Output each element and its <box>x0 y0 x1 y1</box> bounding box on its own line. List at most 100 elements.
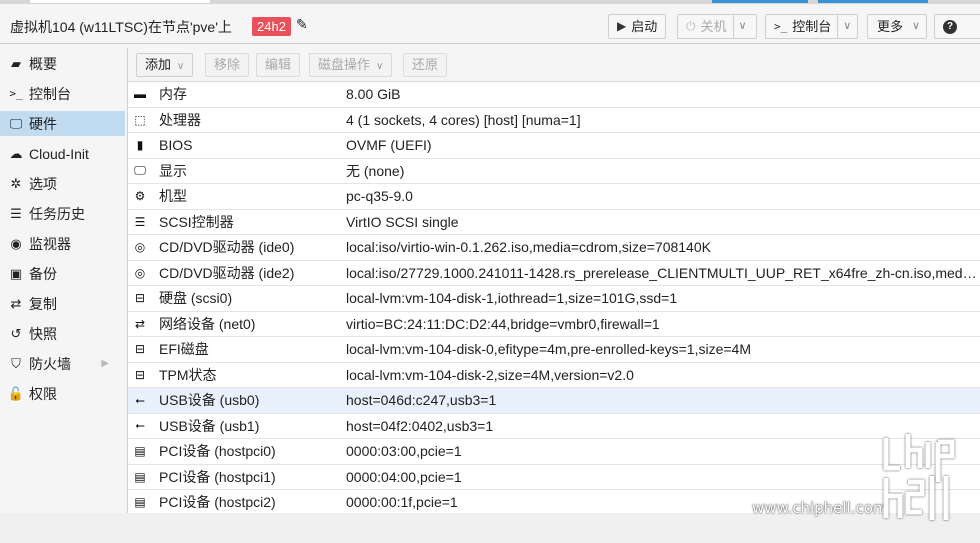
hardware-row[interactable]: ▤ PCI设备 (hostpci1) 0000:04:00,pcie=1 <box>128 465 980 490</box>
hardware-key: BIOS <box>159 137 193 154</box>
sidebar-item-backup[interactable]: ▣ 备份 <box>0 261 125 286</box>
hardware-value: VirtIO SCSI single <box>346 213 459 230</box>
status-area <box>0 513 980 543</box>
hardware-value: local:iso/27729.1000.241011-1428.rs_prer… <box>346 264 978 281</box>
start-button[interactable]: ▶ 启动 <box>608 14 666 39</box>
hardware-key: 显示 <box>159 162 187 179</box>
sidebar-item-cloud-init[interactable]: ☁ Cloud-Init <box>0 141 125 166</box>
hardware-row[interactable]: ▤ PCI设备 (hostpci0) 0000:03:00,pcie=1 <box>128 439 980 465</box>
hardware-row[interactable]: ⭠ USB设备 (usb1) host=04f2:0402,usb3=1 <box>128 414 980 439</box>
pci-icon: ▤ <box>134 495 146 510</box>
hardware-value: 无 (none) <box>346 162 405 179</box>
eye-icon: ◉ <box>10 235 22 251</box>
hardware-row[interactable]: ◎ CD/DVD驱动器 (ide0) local:iso/virtio-win-0.… <box>128 235 980 261</box>
hardware-value: local-lvm:vm-104-disk-2,size=4M,version=… <box>346 366 634 383</box>
vm-tag[interactable]: 24h2 <box>252 17 291 36</box>
hardware-grid: ▬ 内存 8.00 GiB ⬚ 处理器 4 (1 sockets, 4 cores) [h… <box>128 82 980 516</box>
top-button-remnant <box>818 0 928 3</box>
chevron-down-icon: ∨ <box>177 61 185 72</box>
sidebar-item-monitor[interactable]: ◉ 监视器 <box>0 231 125 256</box>
cloud-icon: ☁ <box>9 145 23 161</box>
hardware-row[interactable]: ⊟ TPM状态 local-lvm:vm-104-disk-2,size=4M,ve… <box>128 363 980 388</box>
cpu-icon: ⬚ <box>134 112 146 127</box>
hardware-row[interactable]: ⊟ 硬盘 (scsi0) local-lvm:vm-104-disk-1,iothr… <box>128 286 980 312</box>
unlock-icon: 🔓 <box>7 385 25 401</box>
shield-icon: ⛉ <box>11 355 21 371</box>
sidebar-item-permissions[interactable]: 🔓 权限 <box>0 381 125 406</box>
retweet-icon: ⇄ <box>10 295 22 311</box>
hardware-row[interactable]: ⊟ EFI磁盘 local-lvm:vm-104-disk-0,efitype=4m… <box>128 337 980 363</box>
help-button[interactable]: ? <box>934 14 980 39</box>
list-icon: ☰ <box>10 205 22 221</box>
usb-icon: ⭠ <box>135 392 145 407</box>
hardware-key: PCI设备 (hostpci0) <box>159 443 276 460</box>
terminal-icon: >_ <box>774 20 788 33</box>
hardware-key: EFI磁盘 <box>159 341 209 358</box>
vm-title: 虚拟机104 (w11LTSC)在节点'pve'上 <box>10 19 232 35</box>
edit-tags-icon[interactable]: ✎ <box>296 16 308 33</box>
revert-button[interactable]: 还原 <box>403 53 448 77</box>
sidebar-item-summary[interactable]: ▰ 概要 <box>0 51 125 76</box>
play-icon: ▶ <box>617 19 627 33</box>
disk-action-button[interactable]: 磁盘操作 ∨ <box>309 53 393 77</box>
hardware-toolbar: 添加 ∨ 移除 编辑 磁盘操作 ∨ 还原 <box>128 48 980 82</box>
hardware-value: local-lvm:vm-104-disk-0,efitype=4m,pre-e… <box>346 341 751 358</box>
hdd-icon: ⊟ <box>134 342 146 357</box>
desktop-icon: 🖵 <box>9 115 23 131</box>
hardware-key: SCSI控制器 <box>159 213 234 230</box>
vm-header: 虚拟机104 (w11LTSC)在节点'pve'上 24h2 ✎ ▶ 启动 ⏻ … <box>0 4 980 44</box>
power-icon: ⏻ <box>686 19 696 33</box>
hardware-row[interactable]: ⇄ 网络设备 (net0) virtio=BC:24:11:DC:D2:44,bri… <box>128 312 980 337</box>
gear-icon: ✲ <box>10 175 22 191</box>
pci-icon: ▤ <box>134 469 146 484</box>
hardware-row[interactable]: ▬ 内存 8.00 GiB <box>128 82 980 108</box>
hardware-key: PCI设备 (hostpci1) <box>159 468 276 485</box>
hardware-row[interactable]: 🖵 显示 无 (none) <box>128 159 980 184</box>
shutdown-button[interactable]: ⏻ 关机 ∨ <box>677 14 757 39</box>
hdd-icon: ⊟ <box>134 367 146 382</box>
display-icon: 🖵 <box>134 163 146 178</box>
remove-button[interactable]: 移除 <box>205 53 250 77</box>
pci-icon: ▤ <box>134 444 146 459</box>
bios-icon: ▮ <box>136 138 144 153</box>
sidebar-item-snapshots[interactable]: ↺ 快照 <box>0 321 125 346</box>
hardware-row[interactable]: ◎ CD/DVD驱动器 (ide2) local:iso/27729.1000.24… <box>128 261 980 286</box>
sidebar-item-task-history[interactable]: ☰ 任务历史 <box>0 201 125 226</box>
hardware-key: 内存 <box>159 86 187 103</box>
sidebar-item-hardware[interactable]: 🖵 硬件 <box>0 111 125 136</box>
hardware-key: TPM状态 <box>159 366 217 383</box>
hardware-row[interactable]: ⬚ 处理器 4 (1 sockets, 4 cores) [host] [numa=… <box>128 108 980 133</box>
sidebar-item-options[interactable]: ✲ 选项 <box>0 171 125 196</box>
hardware-panel: 添加 ∨ 移除 编辑 磁盘操作 ∨ 还原 ▬ 内存 8.00 GiB ⬚ 处理器 4 (1 s… <box>127 48 980 516</box>
expand-arrow-icon[interactable]: ▶ <box>101 358 109 369</box>
top-button-remnant <box>712 0 808 3</box>
hardware-value: 4 (1 sockets, 4 cores) [host] [numa=1] <box>346 111 581 128</box>
add-button[interactable]: 添加 ∨ <box>136 53 194 77</box>
console-button[interactable]: >_ 控制台 ∨ <box>765 14 858 39</box>
hardware-row[interactable]: ⚙ 机型 pc-q35-9.0 <box>128 184 980 210</box>
more-button[interactable]: 更多 ∨ <box>867 14 927 39</box>
hardware-value: host=046d:c247,usb3=1 <box>346 392 497 409</box>
chevron-down-icon[interactable]: ∨ <box>838 15 856 38</box>
sidebar-item-replication[interactable]: ⇄ 复制 <box>0 291 125 316</box>
chevron-down-icon[interactable]: ∨ <box>734 15 752 38</box>
hardware-row[interactable]: ☰ SCSI控制器 VirtIO SCSI single <box>128 210 980 235</box>
sidebar-item-console[interactable]: >_ 控制台 <box>0 81 125 106</box>
watermark-logo <box>883 434 955 520</box>
terminal-icon: >_ <box>9 87 23 100</box>
hardware-key: CD/DVD驱动器 (ide2) <box>159 264 295 281</box>
hardware-row[interactable]: ⭠ USB设备 (usb0) host=046d:c247,usb3=1 <box>128 388 980 414</box>
edit-button[interactable]: 编辑 <box>256 53 301 77</box>
hardware-value: OVMF (UEFI) <box>346 137 432 154</box>
sidebar-item-firewall[interactable]: ⛉ 防火墙 ▶ <box>0 351 125 376</box>
network-icon: ⇄ <box>134 316 146 331</box>
hardware-key: 机型 <box>159 188 187 205</box>
hdd-icon: ⊟ <box>134 291 146 306</box>
watermark-site: www.chiphell.com <box>752 499 888 517</box>
database-icon: ☰ <box>134 214 146 229</box>
vm-sidebar: ▰ 概要 >_ 控制台 🖵 硬件 ☁ Cloud-Init ✲ 选项 ☰ 任务历史 ◉ 监视器… <box>0 48 127 513</box>
hardware-row[interactable]: ▮ BIOS OVMF (UEFI) <box>128 133 980 159</box>
usb-icon: ⭠ <box>135 418 145 433</box>
chevron-down-icon: ∨ <box>912 20 921 32</box>
memory-icon: ▬ <box>134 87 146 102</box>
